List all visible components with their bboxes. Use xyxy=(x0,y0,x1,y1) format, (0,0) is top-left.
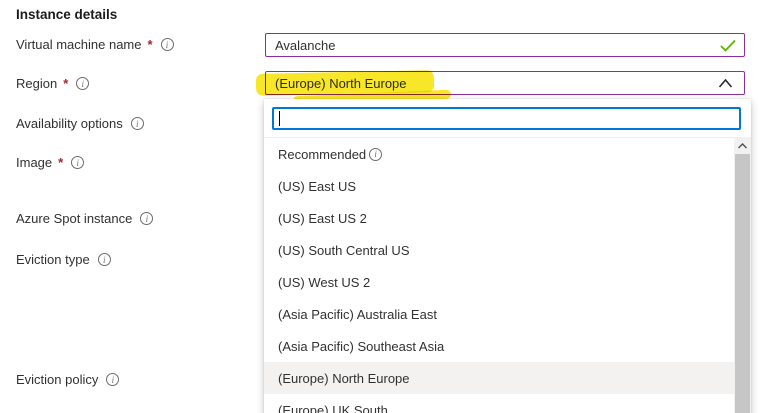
info-icon[interactable]: i xyxy=(98,253,111,266)
info-icon[interactable]: i xyxy=(71,156,84,169)
region-option[interactable]: (Asia Pacific) Australia East xyxy=(264,298,734,330)
region-options-list: Recommended i (US) East US (US) East US … xyxy=(264,137,734,413)
text-caret xyxy=(279,111,280,126)
region-search-box xyxy=(272,107,741,130)
label-virtual-machine-name: Virtual machine name* i xyxy=(16,37,174,52)
label-availability-options: Availability options i xyxy=(16,116,144,131)
section-title: Instance details xyxy=(16,7,117,22)
region-option[interactable]: (Europe) UK South xyxy=(264,394,734,413)
region-dropdown-panel: Recommended i (US) East US (US) East US … xyxy=(264,99,751,413)
label-eviction-type: Eviction type i xyxy=(16,252,111,267)
info-icon[interactable]: i xyxy=(161,38,174,51)
required-asterisk: * xyxy=(63,76,68,91)
region-search-input[interactable] xyxy=(274,109,739,128)
info-icon[interactable]: i xyxy=(106,373,119,386)
info-icon[interactable]: i xyxy=(131,117,144,130)
info-icon[interactable]: i xyxy=(140,212,153,225)
vm-name-field xyxy=(265,33,745,57)
instance-details-form: Instance details Virtual machine name* i… xyxy=(0,0,769,413)
label-region: Region* i xyxy=(16,76,89,91)
vm-name-input[interactable] xyxy=(266,34,744,56)
label-azure-spot-instance: Azure Spot instance i xyxy=(16,211,153,226)
chevron-up-icon[interactable] xyxy=(718,78,733,89)
required-asterisk: * xyxy=(58,155,63,170)
region-option[interactable]: (US) South Central US xyxy=(264,234,734,266)
region-option[interactable]: (Asia Pacific) Southeast Asia xyxy=(264,330,734,362)
label-eviction-policy: Eviction policy i xyxy=(16,372,119,387)
info-icon[interactable]: i xyxy=(369,148,382,161)
scrollbar[interactable] xyxy=(734,137,751,413)
scroll-up-arrow-icon xyxy=(738,143,747,149)
info-icon[interactable]: i xyxy=(76,77,89,90)
region-option-selected[interactable]: (Europe) North Europe xyxy=(264,362,734,394)
region-option[interactable]: (US) West US 2 xyxy=(264,266,734,298)
region-option[interactable]: (US) East US 2 xyxy=(264,202,734,234)
required-asterisk: * xyxy=(148,37,153,52)
scrollbar-up-button[interactable] xyxy=(734,137,751,154)
scrollbar-thumb[interactable] xyxy=(735,154,750,413)
region-option[interactable]: (US) East US xyxy=(264,170,734,202)
group-header-recommended: Recommended i xyxy=(264,138,734,170)
label-image: Image* i xyxy=(16,155,84,170)
valid-check-icon xyxy=(720,39,736,52)
